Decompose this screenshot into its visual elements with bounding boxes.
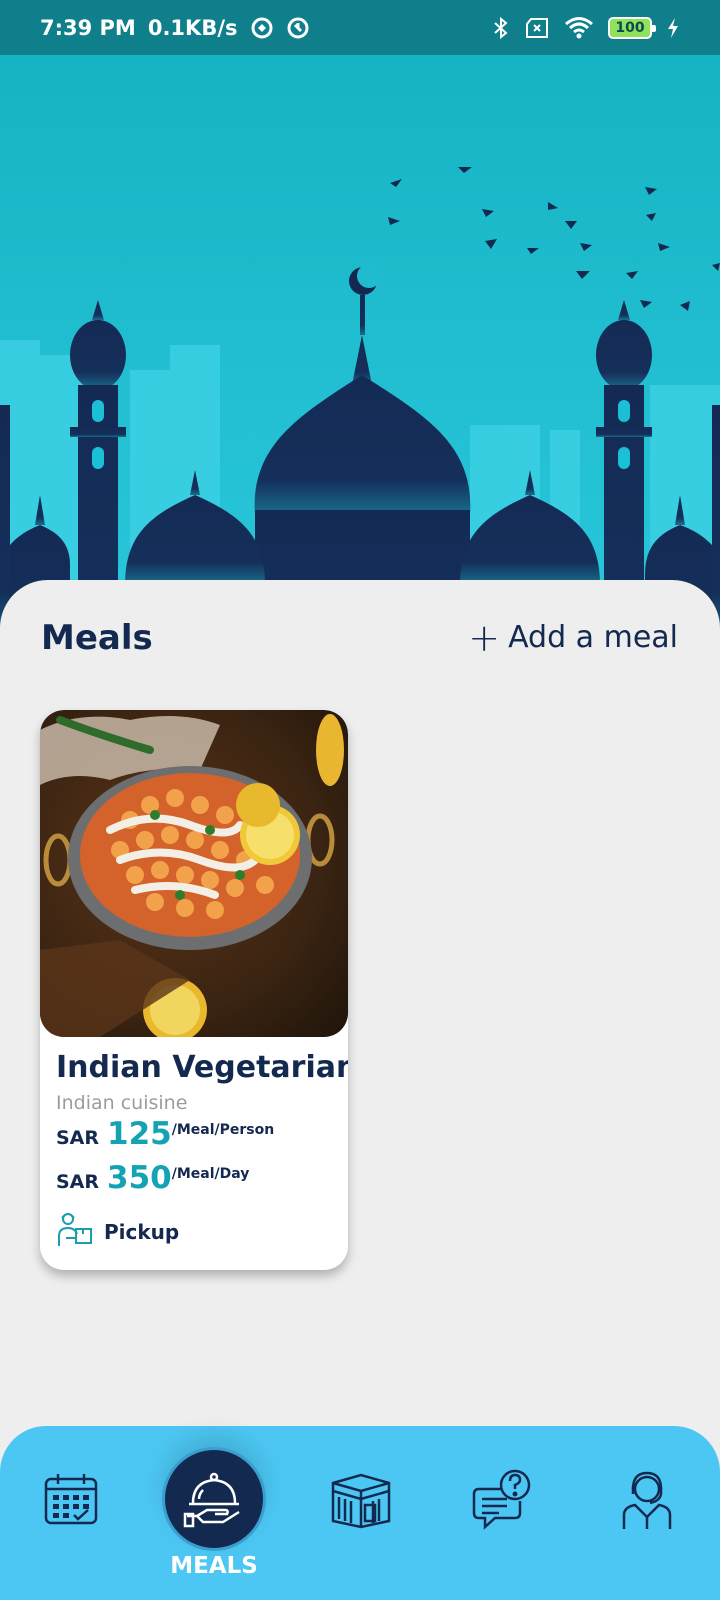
meals-cloche-icon — [183, 1466, 245, 1532]
currency-label: SAR — [56, 1171, 100, 1193]
chat-question-icon — [471, 1467, 535, 1535]
price-unit: /Meal/Person — [171, 1122, 275, 1138]
price-unit: /Meal/Day — [171, 1166, 250, 1182]
wifi-icon — [564, 16, 594, 40]
add-meal-label: Add a meal — [508, 620, 678, 655]
nav-profile[interactable] — [612, 1466, 682, 1536]
meal-image — [40, 710, 348, 1037]
nav-meals-label: MEALS — [170, 1553, 258, 1579]
charging-icon — [666, 17, 680, 39]
profile-agent-icon — [620, 1467, 674, 1535]
price-per-day: SAR 350 /Meal/Day — [56, 1160, 249, 1196]
add-meal-button[interactable]: + Add a meal — [468, 615, 678, 660]
hero-banner — [0, 55, 720, 655]
meal-cuisine: Indian cuisine — [56, 1092, 188, 1114]
nav-support[interactable] — [468, 1466, 538, 1536]
sim-off-icon — [524, 17, 550, 39]
status-time: 7:39 PM — [40, 15, 136, 40]
battery-level: 100 — [615, 19, 645, 36]
nav-umrah[interactable] — [326, 1466, 396, 1536]
bluetooth-icon — [492, 16, 510, 40]
plus-icon: + — [468, 615, 501, 660]
meal-name: Indian Vegetarian — [56, 1050, 348, 1085]
delivery-label: Pickup — [104, 1219, 180, 1244]
data-saver-icon — [250, 16, 274, 40]
data-saver-icon — [286, 16, 310, 40]
meal-card[interactable]: Indian Vegetarian Indian cuisine SAR 125… — [40, 710, 348, 1270]
bottom-nav — [0, 1426, 720, 1600]
pickup-delivery-icon — [56, 1210, 94, 1253]
page-title: Meals — [41, 618, 153, 658]
status-bar: 7:39 PM 0.1KB/s 100 — [0, 0, 720, 55]
battery-icon: 100 — [608, 16, 656, 39]
kaaba-icon — [329, 1469, 393, 1533]
price-amount: 350 — [107, 1160, 172, 1196]
calendar-icon — [41, 1469, 101, 1533]
price-per-person: SAR 125 /Meal/Person — [56, 1116, 274, 1152]
price-amount: 125 — [107, 1116, 172, 1152]
delivery-option: Pickup — [56, 1210, 179, 1253]
network-speed: 0.1KB/s — [147, 15, 238, 40]
mosque-skyline-illustration — [0, 167, 720, 655]
nav-meals[interactable] — [162, 1447, 266, 1551]
nav-calendar[interactable] — [36, 1466, 106, 1536]
currency-label: SAR — [56, 1127, 100, 1149]
